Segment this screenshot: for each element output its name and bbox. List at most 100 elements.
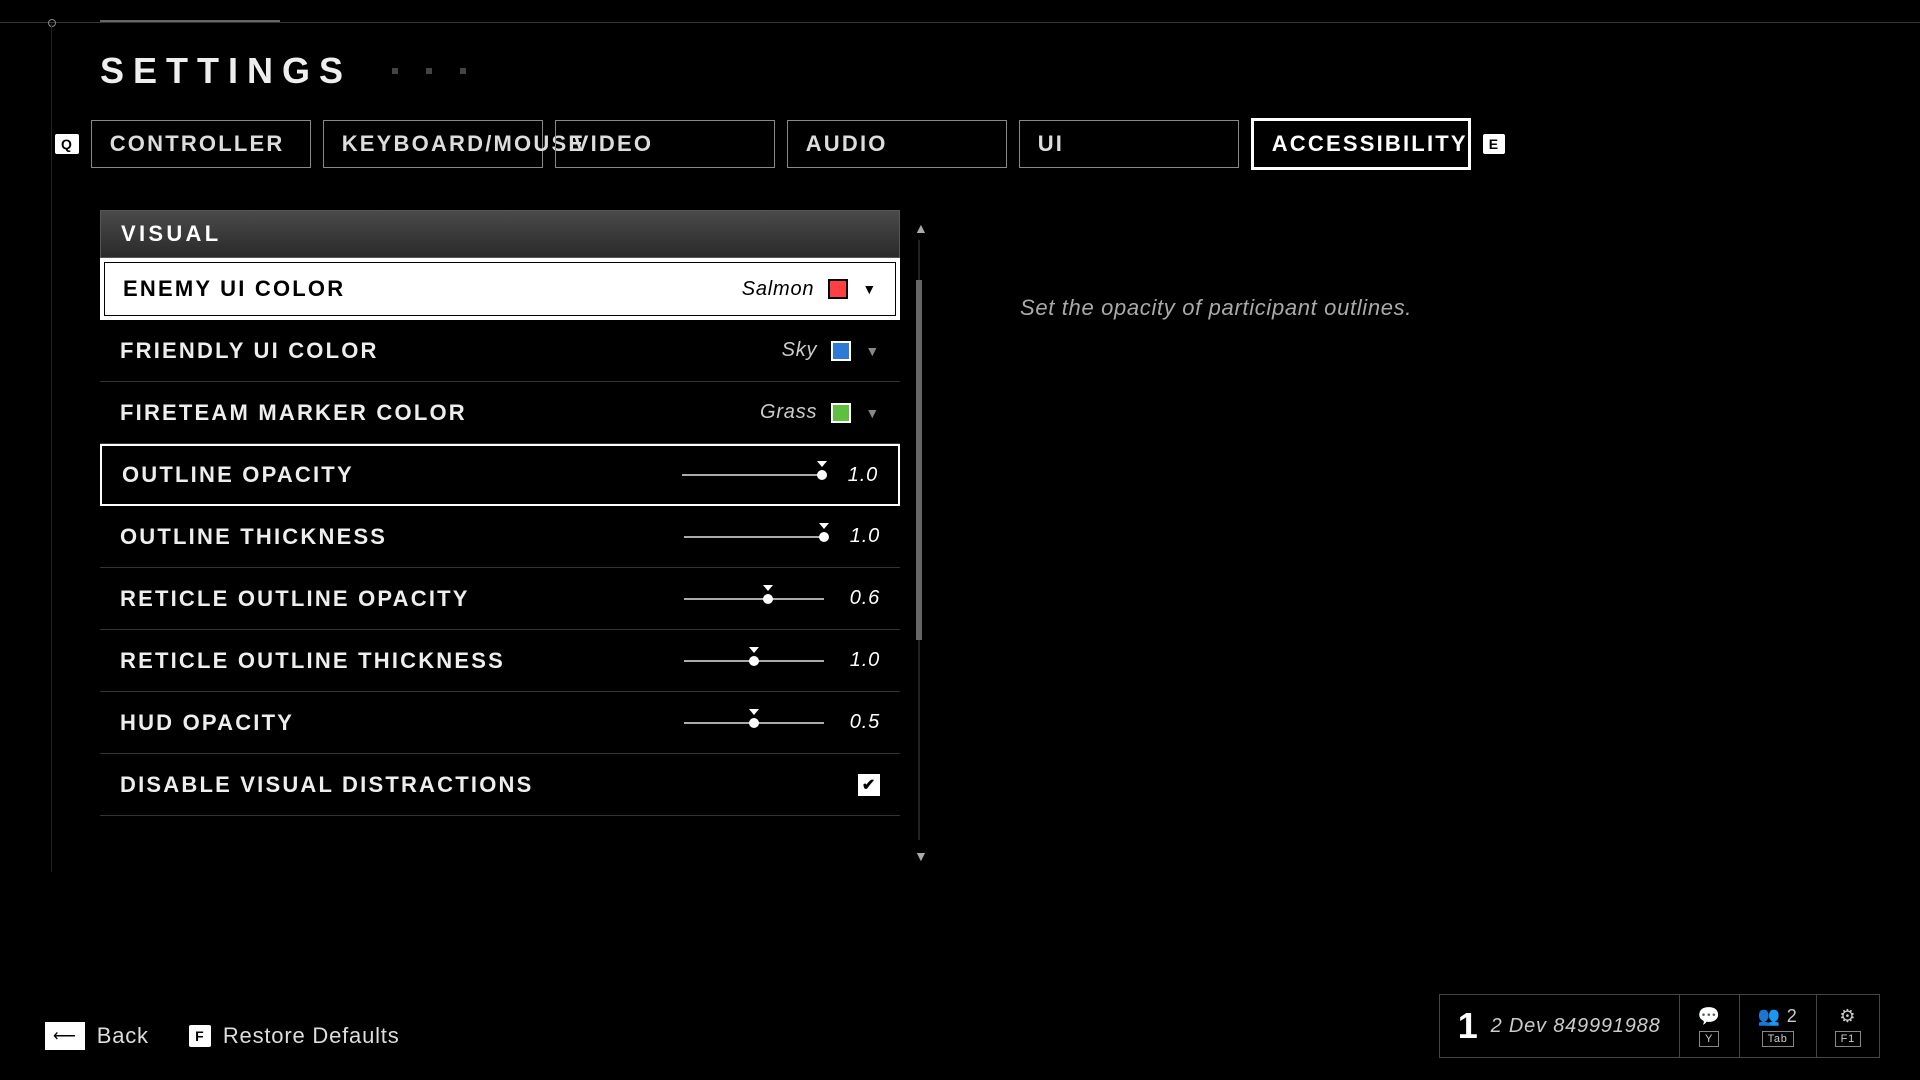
status-build-text: 2 Dev 849991988 <box>1491 1015 1661 1038</box>
tab-label: CONTROLLER <box>110 131 285 156</box>
row-label: OUTLINE THICKNESS <box>120 524 387 550</box>
tab-ui[interactable]: UI <box>1019 120 1239 168</box>
row-label: RETICLE OUTLINE THICKNESS <box>120 648 505 674</box>
tab-label: AUDIO <box>806 131 888 156</box>
tab-keyboard-mouse[interactable]: KEYBOARD/MOUSE <box>323 120 543 168</box>
color-swatch <box>828 279 848 299</box>
slider-pointer-icon <box>817 461 827 467</box>
left-divider <box>51 22 52 872</box>
tab-video[interactable]: VIDEO <box>555 120 775 168</box>
status-bar: 1 2 Dev 849991988 💬 Y 👥 2 Tab ⚙ F1 <box>1439 994 1880 1058</box>
row-friendly-ui-color[interactable]: FRIENDLY UI COLOR Sky ▼ <box>100 320 900 382</box>
slider-group: 0.5 <box>684 711 880 734</box>
slider-value: 0.5 <box>844 711 880 734</box>
row-label: OUTLINE OPACITY <box>122 462 354 488</box>
restore-defaults-button[interactable]: F Restore Defaults <box>189 1023 400 1049</box>
back-label: Back <box>97 1023 149 1049</box>
row-value-group: Sky ▼ <box>782 339 880 362</box>
row-value-group: Grass ▼ <box>760 401 880 424</box>
row-enemy-ui-color[interactable]: ENEMY UI COLOR Salmon ▼ <box>100 258 900 320</box>
slider[interactable] <box>684 713 824 733</box>
slider-group: 1.0 <box>684 525 880 548</box>
row-label: RETICLE OUTLINE OPACITY <box>120 586 470 612</box>
checkbox[interactable]: ✔ <box>858 774 880 796</box>
row-reticle-outline-thickness[interactable]: RETICLE OUTLINE THICKNESS 1.0 <box>100 630 900 692</box>
slider-pointer-icon <box>749 709 759 715</box>
tab-audio[interactable]: AUDIO <box>787 120 1007 168</box>
slider[interactable] <box>682 465 822 485</box>
slider-knob[interactable] <box>819 532 829 542</box>
tab-controller[interactable]: CONTROLLER <box>91 120 311 168</box>
color-swatch <box>831 341 851 361</box>
status-build: 1 2 Dev 849991988 <box>1440 995 1679 1057</box>
key-badge: F <box>189 1025 211 1047</box>
dot-icon <box>426 68 432 74</box>
key-hint: Y <box>1699 1031 1719 1047</box>
slider-knob[interactable] <box>817 470 827 480</box>
restore-label: Restore Defaults <box>223 1023 400 1049</box>
page-title: SETTINGS <box>100 50 352 92</box>
row-label: FRIENDLY UI COLOR <box>120 338 379 364</box>
tab-prev-key[interactable]: Q <box>55 134 79 154</box>
scrollbar-thumb[interactable] <box>916 280 922 640</box>
slider[interactable] <box>684 651 824 671</box>
back-arrow-icon: ⟵ <box>45 1022 85 1050</box>
slider-knob[interactable] <box>763 594 773 604</box>
scroll-down-icon[interactable]: ▼ <box>914 848 929 864</box>
status-chat[interactable]: 💬 Y <box>1679 995 1739 1057</box>
top-divider <box>0 22 1920 23</box>
slider-value: 0.6 <box>844 587 880 610</box>
setting-description: Set the opacity of participant outlines. <box>1020 295 1412 321</box>
row-fireteam-marker-color[interactable]: FIRETEAM MARKER COLOR Grass ▼ <box>100 382 900 444</box>
settings-panel: VISUAL ENEMY UI COLOR Salmon ▼ FRIENDLY … <box>100 210 900 816</box>
slider-pointer-icon <box>749 647 759 653</box>
slider-value: 1.0 <box>844 649 880 672</box>
key-hint: F1 <box>1835 1031 1861 1047</box>
row-outline-opacity[interactable]: OUTLINE OPACITY 1.0 <box>100 444 900 506</box>
row-outline-thickness[interactable]: OUTLINE THICKNESS 1.0 <box>100 506 900 568</box>
tab-label: KEYBOARD/MOUSE <box>342 131 586 156</box>
header-dots <box>392 68 466 74</box>
tab-accessibility[interactable]: ACCESSIBILITY <box>1251 118 1471 170</box>
slider-knob[interactable] <box>749 656 759 666</box>
status-rank: 1 <box>1458 1005 1491 1047</box>
dot-icon <box>460 68 466 74</box>
slider-value: 1.0 <box>844 525 880 548</box>
tab-label: UI <box>1038 131 1064 156</box>
tab-label: VIDEO <box>574 131 653 156</box>
slider-group: 1.0 <box>684 649 880 672</box>
tab-next-key[interactable]: E <box>1483 134 1505 154</box>
slider-track <box>682 474 822 476</box>
slider-group: 1.0 <box>682 464 878 487</box>
top-segment <box>100 20 280 22</box>
status-players[interactable]: 👥 2 Tab <box>1739 995 1816 1057</box>
row-reticle-outline-opacity[interactable]: RETICLE OUTLINE OPACITY 0.6 <box>100 568 900 630</box>
scroll-up-icon[interactable]: ▲ <box>914 220 929 236</box>
row-label: DISABLE VISUAL DISTRACTIONS <box>120 772 533 798</box>
slider-group: 0.6 <box>684 587 880 610</box>
key-hint: Tab <box>1762 1031 1794 1047</box>
header: SETTINGS <box>100 50 466 92</box>
status-settings[interactable]: ⚙ F1 <box>1816 995 1879 1057</box>
row-label: HUD OPACITY <box>120 710 294 736</box>
chevron-down-icon: ▼ <box>865 343 880 359</box>
back-button[interactable]: ⟵ Back <box>45 1022 149 1050</box>
footer: ⟵ Back F Restore Defaults <box>45 1022 400 1050</box>
slider-track <box>684 536 824 538</box>
chevron-down-icon: ▼ <box>865 405 880 421</box>
slider-track <box>684 598 824 600</box>
row-hud-opacity[interactable]: HUD OPACITY 0.5 <box>100 692 900 754</box>
slider[interactable] <box>684 527 824 547</box>
row-value: Sky <box>782 339 818 362</box>
row-value: Grass <box>760 401 817 424</box>
players-icon: 👥 2 <box>1758 1006 1798 1027</box>
row-disable-visual-distractions[interactable]: DISABLE VISUAL DISTRACTIONS ✔ <box>100 754 900 816</box>
chat-icon: 💬 <box>1698 1006 1721 1027</box>
slider-value: 1.0 <box>842 464 878 487</box>
row-label: ENEMY UI COLOR <box>123 276 345 302</box>
player-count: 2 <box>1787 1006 1798 1026</box>
slider[interactable] <box>684 589 824 609</box>
color-swatch <box>831 403 851 423</box>
row-value-group: Salmon ▼ <box>742 278 877 301</box>
slider-knob[interactable] <box>749 718 759 728</box>
